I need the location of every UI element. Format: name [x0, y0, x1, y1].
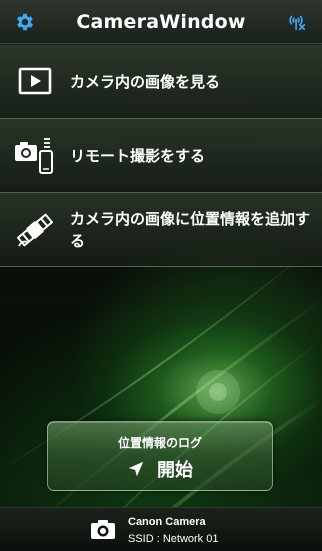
satellite-icon: [14, 210, 56, 250]
start-label: 開始: [157, 460, 193, 481]
menu-item-remote-shooting[interactable]: リモート撮影をする: [0, 119, 322, 193]
start-action: 開始: [48, 456, 272, 482]
menu-item-label: リモート撮影をする: [70, 147, 206, 165]
menu-item-add-location[interactable]: カメラ内の画像に位置情報を追加する: [0, 193, 322, 267]
play-icon: [14, 62, 56, 102]
menu-item-label: カメラ内の画像を見る: [70, 73, 221, 91]
connection-status-button[interactable]: [286, 11, 308, 33]
network-ssid: SSID : Network 01: [128, 533, 219, 545]
app-title: CameraWindow: [76, 11, 246, 33]
camera-name: Canon Camera: [128, 516, 206, 528]
menu-item-view-images[interactable]: カメラ内の画像を見る: [0, 45, 322, 119]
menu-item-label: カメラ内の画像に位置情報を追加する: [70, 210, 311, 250]
location-arrow-icon: [128, 461, 144, 477]
top-bar: CameraWindow: [0, 0, 322, 44]
app-screen: CameraWindow カメラ内の画像を見る リモート撮影をする カメラ内の画…: [0, 0, 322, 551]
gps-log-start-button[interactable]: 位置情報のログ 開始: [47, 421, 273, 491]
camera-icon: [91, 520, 115, 539]
gps-log-caption: 位置情報のログ: [117, 436, 202, 450]
camera-phone-icon: [14, 135, 56, 175]
camera-status-bar: Canon Camera SSID : Network 01: [0, 507, 322, 551]
wifi-disconnect-icon: [289, 15, 306, 31]
